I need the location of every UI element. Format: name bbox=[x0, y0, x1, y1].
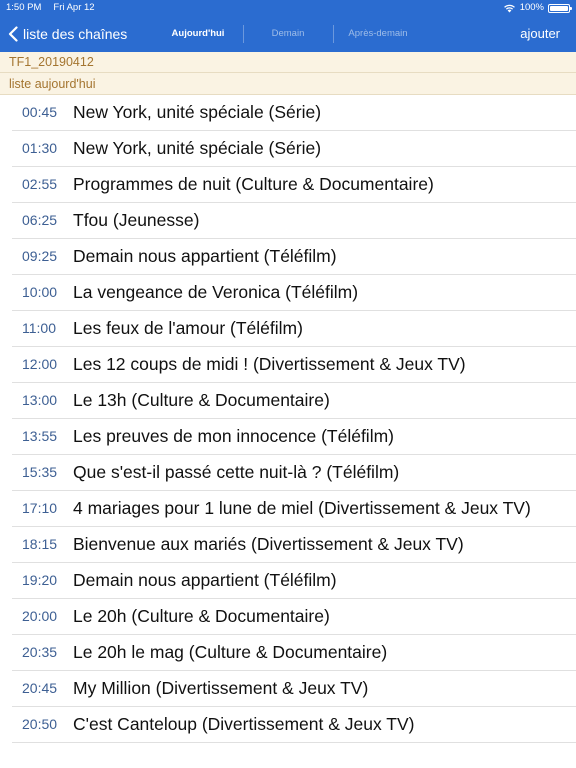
program-time: 09:25 bbox=[22, 248, 58, 264]
program-title: Tfou (Jeunesse) bbox=[73, 210, 200, 230]
program-title: Bienvenue aux mariés (Divertissement & J… bbox=[73, 534, 464, 554]
program-time: 10:00 bbox=[22, 284, 58, 300]
status-date: Fri Apr 12 bbox=[53, 2, 95, 13]
wifi-icon bbox=[503, 4, 515, 13]
program-row[interactable]: 10:00 La vengeance de Veronica (Téléfilm) bbox=[0, 275, 576, 311]
program-row[interactable]: 18:15 Bienvenue aux mariés (Divertissemen… bbox=[0, 527, 576, 563]
status-right: 100% bbox=[503, 0, 572, 16]
back-button-label: liste des chaînes bbox=[23, 26, 128, 42]
program-row[interactable]: 20:50 C'est Canteloup (Divertissement & J… bbox=[0, 707, 576, 743]
program-title: My Million (Divertissement & Jeux TV) bbox=[73, 678, 369, 698]
program-title: Que s'est-il passé cette nuit-là ? (Télé… bbox=[73, 462, 400, 482]
program-title: Demain nous appartient (Téléfilm) bbox=[73, 246, 337, 266]
program-time: 06:25 bbox=[22, 212, 58, 228]
program-title: Le 13h (Culture & Documentaire) bbox=[73, 390, 330, 410]
battery-level-fill bbox=[550, 5, 568, 11]
status-bar: 1:50 PM Fri Apr 12 100% bbox=[0, 0, 576, 16]
program-row[interactable]: 01:30 New York, unité spéciale (Série) bbox=[0, 131, 576, 167]
channel-header: TF1_20190412 bbox=[0, 52, 576, 73]
program-time: 18:15 bbox=[22, 536, 58, 552]
program-row[interactable]: 02:55 Programmes de nuit (Culture & Docum… bbox=[0, 167, 576, 203]
program-title: Programmes de nuit (Culture & Documentai… bbox=[73, 174, 434, 194]
program-title: Le 20h (Culture & Documentaire) bbox=[73, 606, 330, 626]
program-row[interactable]: 20:00 Le 20h (Culture & Documentaire) bbox=[0, 599, 576, 635]
program-row[interactable]: 12:00 Les 12 coups de midi ! (Divertissem… bbox=[0, 347, 576, 383]
program-time: 20:00 bbox=[22, 608, 58, 624]
program-title: Les preuves de mon innocence (Téléfilm) bbox=[73, 426, 394, 446]
chevron-left-icon bbox=[8, 26, 18, 42]
program-time: 11:00 bbox=[22, 320, 56, 336]
program-title: Le 20h le mag (Culture & Documentaire) bbox=[73, 642, 388, 662]
program-title: Les 12 coups de midi ! (Divertissement &… bbox=[73, 354, 466, 374]
status-left: 1:50 PM Fri Apr 12 bbox=[6, 0, 107, 16]
status-time: 1:50 PM bbox=[6, 2, 42, 13]
back-button[interactable]: liste des chaînes bbox=[8, 16, 127, 52]
program-title: La vengeance de Veronica (Téléfilm) bbox=[73, 282, 359, 302]
tab-tomorrow[interactable]: Demain bbox=[243, 16, 333, 52]
program-title: New York, unité spéciale (Série) bbox=[73, 102, 322, 122]
program-title: Demain nous appartient (Téléfilm) bbox=[73, 570, 337, 590]
program-row[interactable]: 06:25 Tfou (Jeunesse) bbox=[0, 203, 576, 239]
program-time: 15:35 bbox=[22, 464, 58, 480]
program-row[interactable]: 13:00 Le 13h (Culture & Documentaire) bbox=[0, 383, 576, 419]
program-row[interactable]: 20:45 My Million (Divertissement & Jeux T… bbox=[0, 671, 576, 707]
tab-day-after-tomorrow[interactable]: Après-demain bbox=[333, 16, 423, 52]
program-time: 00:45 bbox=[22, 104, 58, 120]
add-button[interactable]: ajouter bbox=[520, 16, 560, 52]
program-time: 13:00 bbox=[22, 392, 58, 408]
program-row[interactable]: 13:55 Les preuves de mon innocence (Téléf… bbox=[0, 419, 576, 455]
navigation-bar: liste des chaînes Aujourd'hui Demain Après… bbox=[0, 16, 576, 52]
program-time: 17:10 bbox=[22, 500, 58, 516]
program-row[interactable]: 09:25 Demain nous appartient (Téléfilm) bbox=[0, 239, 576, 275]
list-section-header: liste aujourd'hui bbox=[0, 73, 576, 95]
program-time: 20:35 bbox=[22, 644, 58, 660]
program-title: New York, unité spéciale (Série) bbox=[73, 138, 322, 158]
program-time: 02:55 bbox=[22, 176, 58, 192]
program-title: C'est Canteloup (Divertissement & Jeux T… bbox=[73, 714, 415, 734]
battery-percent: 100% bbox=[519, 2, 544, 13]
program-title: 4 mariages pour 1 lune de miel (Divertis… bbox=[73, 498, 531, 518]
program-row[interactable]: 00:45 New York, unité spéciale (Série) bbox=[0, 95, 576, 131]
program-time: 13:55 bbox=[22, 428, 58, 444]
program-row[interactable]: 19:20 Demain nous appartient (Téléfilm) bbox=[0, 563, 576, 599]
program-row[interactable]: 11:00 Les feux de l'amour (Téléfilm) bbox=[0, 311, 576, 347]
program-row[interactable]: 17:10 4 mariages pour 1 lune de miel (Div… bbox=[0, 491, 576, 527]
program-time: 20:45 bbox=[22, 680, 58, 696]
battery-icon bbox=[548, 3, 572, 13]
program-time: 01:30 bbox=[22, 140, 58, 156]
program-time: 20:50 bbox=[22, 716, 58, 732]
program-row[interactable]: 15:35 Que s'est-il passé cette nuit-là ? … bbox=[0, 455, 576, 491]
day-segmented-control: Aujourd'hui Demain Après-demain bbox=[153, 16, 423, 52]
program-row[interactable]: 20:35 Le 20h le mag (Culture & Documentai… bbox=[0, 635, 576, 671]
program-title: Les feux de l'amour (Téléfilm) bbox=[73, 318, 303, 338]
program-list: 00:45 New York, unité spéciale (Série) 01:… bbox=[0, 95, 576, 743]
tab-today[interactable]: Aujourd'hui bbox=[153, 16, 243, 52]
program-time: 12:00 bbox=[22, 356, 58, 372]
program-time: 19:20 bbox=[22, 572, 58, 588]
